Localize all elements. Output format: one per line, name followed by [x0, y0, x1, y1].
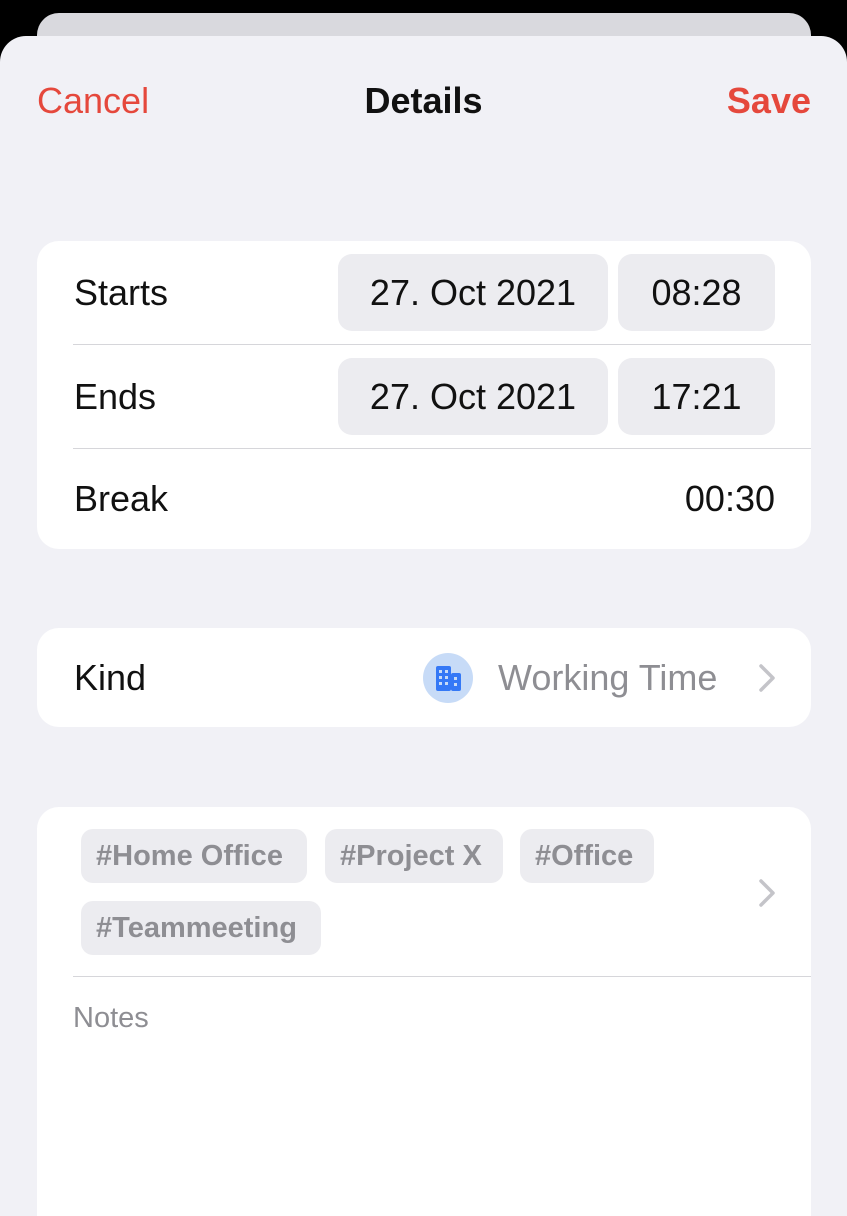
details-sheet: Cancel Details Save Starts 27. Oct 2021 …: [0, 36, 847, 1216]
chevron-right-icon: [759, 663, 775, 692]
save-button[interactable]: Save: [727, 80, 811, 122]
kind-row[interactable]: Kind Working Time: [37, 628, 811, 727]
kind-label: Kind: [74, 656, 147, 698]
tag-chip[interactable]: #Office: [520, 829, 654, 883]
tags-row[interactable]: #Home Office #Project X #Office #Teammee…: [37, 807, 811, 975]
break-row[interactable]: Break 00:30: [37, 449, 811, 549]
starts-label: Starts: [74, 271, 169, 313]
time-card: Starts 27. Oct 2021 08:28 Ends 27. Oct 2…: [37, 241, 811, 549]
end-date-picker[interactable]: 27. Oct 2021: [338, 358, 608, 435]
break-value[interactable]: 00:30: [685, 478, 775, 520]
start-date-picker[interactable]: 27. Oct 2021: [338, 254, 608, 331]
building-icon: [423, 653, 473, 703]
tag-chip[interactable]: #Project X: [325, 829, 503, 883]
kind-card: Kind Working Time: [37, 628, 811, 727]
break-label: Break: [74, 478, 169, 519]
chevron-right-icon: [759, 879, 775, 907]
notes-input[interactable]: [73, 1002, 773, 1216]
start-time-picker[interactable]: 08:28: [618, 254, 775, 331]
page-title: Details: [364, 80, 483, 121]
ends-row: Ends 27. Oct 2021 17:21: [37, 345, 811, 448]
ends-label: Ends: [74, 375, 157, 417]
end-time-picker[interactable]: 17:21: [618, 358, 775, 435]
tag-chip[interactable]: #Home Office: [81, 829, 307, 883]
kind-value: Working Time: [498, 656, 718, 698]
divider: [73, 976, 811, 977]
tags-notes-card: #Home Office #Project X #Office #Teammee…: [37, 807, 811, 1216]
navigation-bar: Cancel Details Save: [0, 36, 847, 164]
starts-row: Starts 27. Oct 2021 08:28: [37, 241, 811, 344]
tag-chip[interactable]: #Teammeeting: [81, 901, 321, 955]
